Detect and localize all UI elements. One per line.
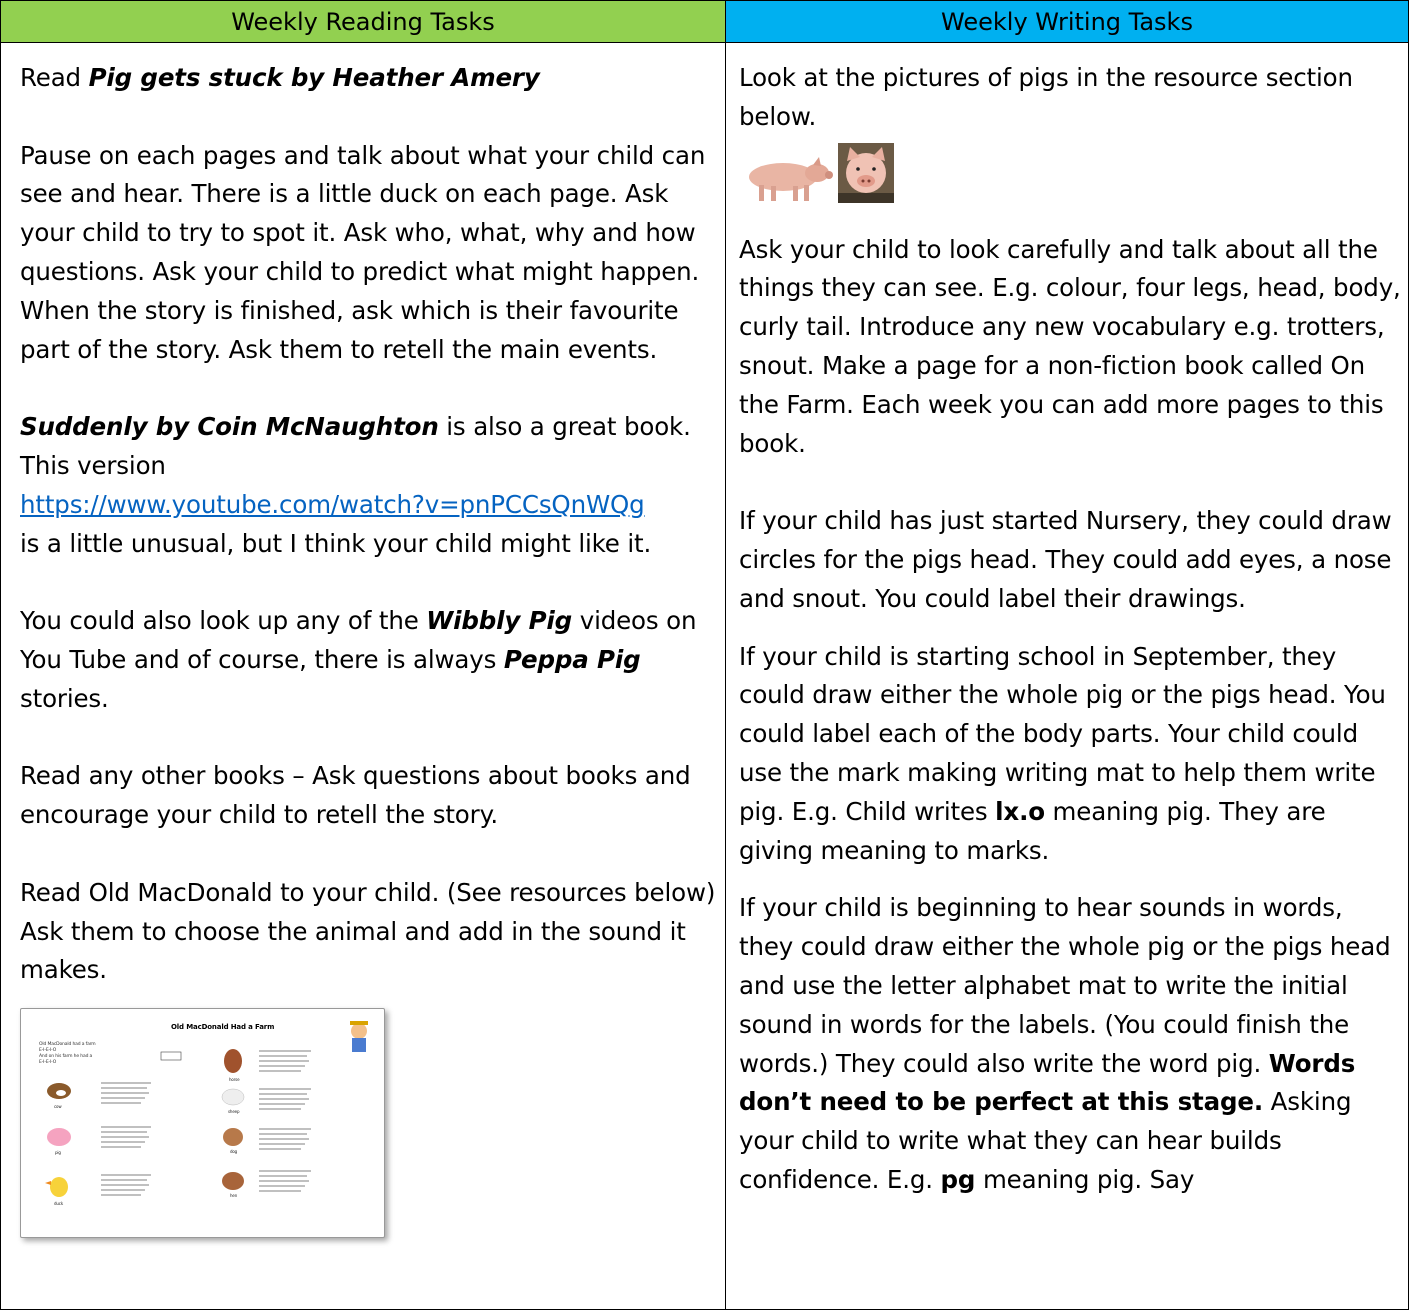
- worksheet-intro-3: And on his farm he had a: [39, 1053, 93, 1059]
- reading-para-5: Read any other books – Ask questions abo…: [20, 761, 691, 830]
- reading-para-4: You could also look up any of the Wibbly…: [20, 602, 719, 718]
- old-macdonald-worksheet-image: Old MacDonald Had a Farm Old MacDonald h…: [20, 1008, 385, 1239]
- horse-icon: [224, 1049, 242, 1074]
- pig-face-image: [838, 142, 894, 203]
- pg-example: pg: [940, 1164, 976, 1194]
- reading-header: Weekly Reading Tasks: [1, 1, 726, 43]
- reading-para-2: Pause on each pages and talk about what …: [20, 140, 706, 364]
- writing-para-4: If your child is starting school in Sept…: [739, 638, 1402, 871]
- reading-para-3: Suddenly by Coin McNaughton is also a gr…: [20, 408, 719, 563]
- label-cow: cow: [54, 1104, 62, 1109]
- label-hen: hen: [230, 1193, 238, 1198]
- book-title-pig-gets-stuck: Pig gets stuck by Heather Amery: [88, 63, 540, 92]
- tasks-table: Weekly Reading Tasks Weekly Writing Task…: [0, 0, 1409, 1310]
- worksheet-intro-2: E-I-E-I-O: [39, 1047, 57, 1053]
- book-title-suddenly: Suddenly by Coin McNaughton: [20, 412, 439, 442]
- standing-pig-image: [749, 156, 833, 201]
- mark-example: lx.o: [995, 796, 1045, 826]
- worksheet-intro-4: E-I-E-I-O: [39, 1059, 57, 1065]
- writing-header: Weekly Writing Tasks: [726, 1, 1408, 43]
- reading-para-4-pre: You could also look up any of the: [20, 606, 427, 636]
- label-pig: pig: [55, 1150, 61, 1155]
- worksheet-drawing: Old MacDonald Had a Farm Old MacDonald h…: [39, 1021, 368, 1206]
- worksheet-title: Old MacDonald Had a Farm: [171, 1023, 274, 1031]
- writing-para-2: Ask your child to look carefully and tal…: [739, 234, 1401, 458]
- writing-column: Look at the pictures of pigs in the reso…: [726, 43, 1408, 1309]
- worksheet-intro-1: Old MacDonald had a farm: [39, 1041, 96, 1047]
- title-peppa-pig: Peppa Pig: [503, 644, 641, 674]
- farmer-icon: [351, 1023, 367, 1040]
- pig-pictures: [739, 142, 1402, 203]
- label-horse: horse: [229, 1077, 240, 1082]
- title-wibbly-pig: Wibbly Pig: [426, 606, 573, 636]
- writing-para-5-post: meaning pig. Say: [975, 1164, 1195, 1194]
- duck-icon: [45, 1177, 68, 1198]
- youtube-link[interactable]: https://www.youtube.com/watch?v=pnPCCsQn…: [20, 490, 645, 519]
- writing-para-1: Look at the pictures of pigs in the reso…: [739, 63, 1353, 131]
- hen-icon: [222, 1172, 244, 1191]
- writing-para-3: If your child has just started Nursery, …: [739, 506, 1392, 613]
- dog-icon: [223, 1128, 243, 1147]
- label-dog: dog: [230, 1149, 238, 1154]
- reading-para-6: Read Old MacDonald to your child. (See r…: [20, 877, 716, 985]
- reading-para-1: Read Pig gets stuck by Heather Amery: [20, 59, 719, 98]
- read-prefix: Read: [20, 63, 89, 92]
- label-duck: duck: [54, 1201, 64, 1206]
- reading-column: Read Pig gets stuck by Heather Amery Pau…: [1, 43, 726, 1309]
- writing-para-5: If your child is beginning to hear sound…: [739, 889, 1402, 1199]
- reading-para-4-post: stories.: [20, 683, 109, 713]
- cow-icon: [47, 1083, 71, 1100]
- sheep-icon: [221, 1088, 245, 1106]
- label-sheep: sheep: [228, 1109, 240, 1114]
- reading-para-3-tail: is a little unusual, but I think your ch…: [20, 528, 652, 558]
- pig-icon: [47, 1128, 71, 1147]
